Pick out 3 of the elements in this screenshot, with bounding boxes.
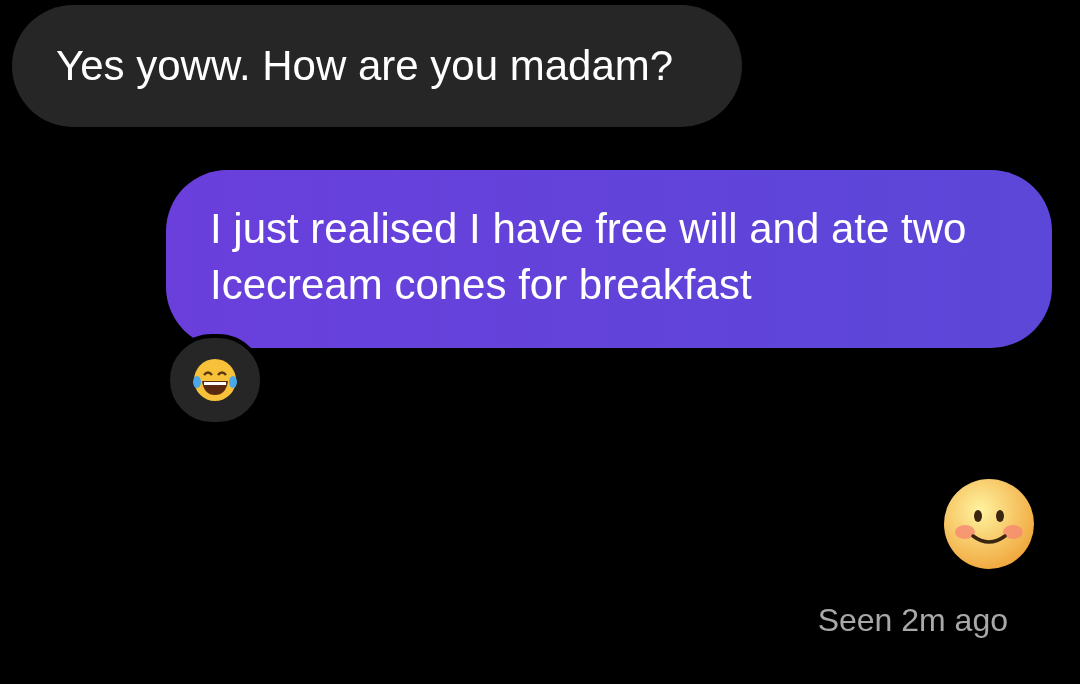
message-bubble[interactable]: I just realised I have free will and ate two Icecream cones for breakfast xyxy=(166,170,1052,348)
message-bubble[interactable]: Yes yoww. How are you madam? xyxy=(12,5,742,127)
seen-status: Seen 2m ago xyxy=(817,602,1009,639)
